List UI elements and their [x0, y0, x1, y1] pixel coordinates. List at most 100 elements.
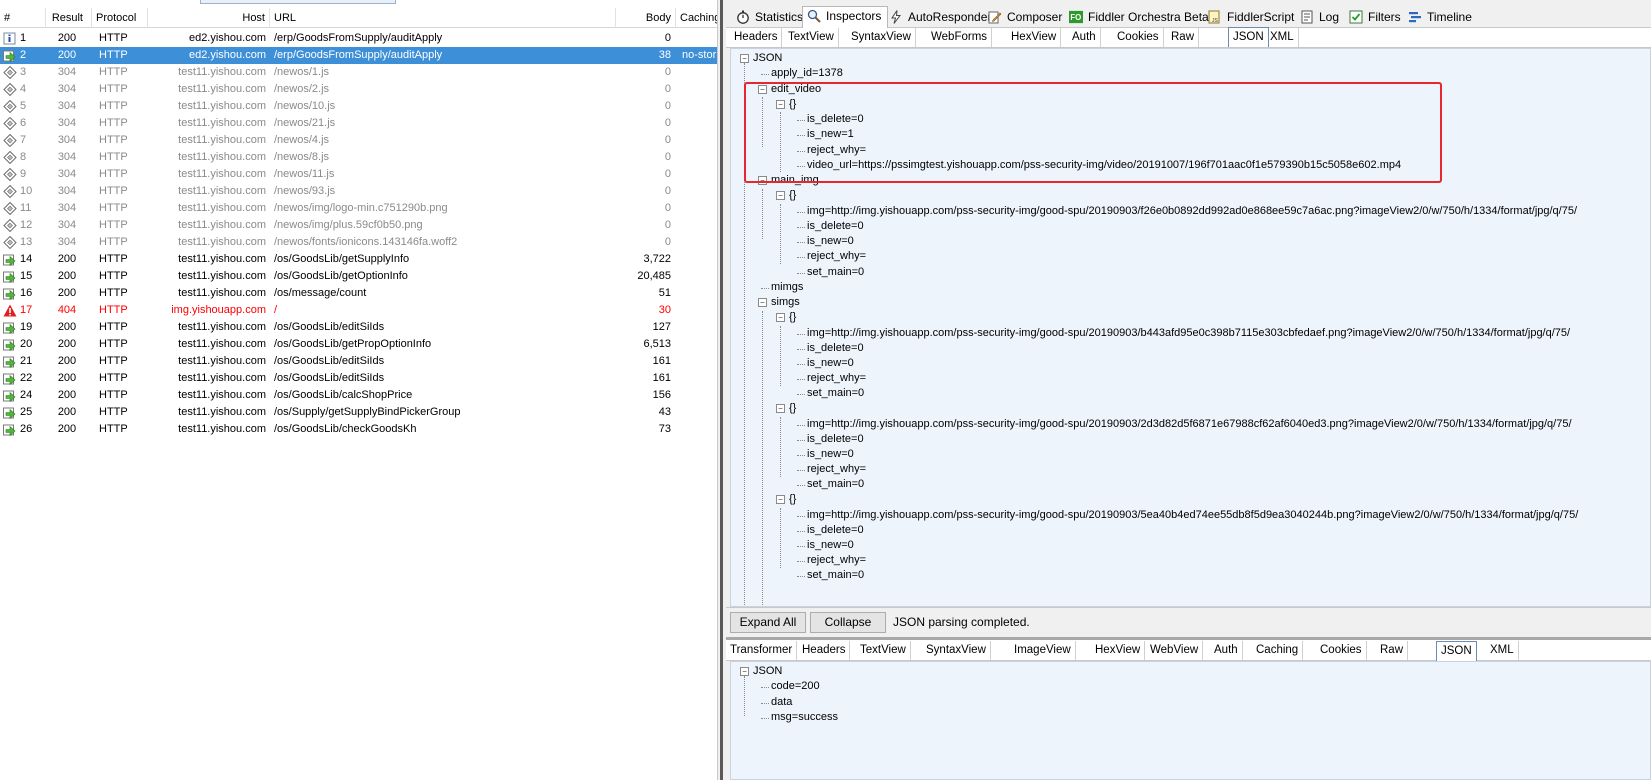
json-tree-node[interactable]: is_delete=0 [807, 523, 864, 537]
json-tree-node[interactable]: reject_why= [807, 249, 866, 263]
column-header-result[interactable]: Result [46, 8, 92, 28]
json-tree-node[interactable]: code=200 [771, 679, 820, 693]
session-row[interactable]: 7 304 HTTP test11.yishou.com/newos/4.js 0 [0, 132, 717, 149]
json-tree-node[interactable]: is_new=0 [807, 234, 854, 248]
json-tree-node[interactable]: set_main=0 [807, 386, 864, 400]
column-header-host[interactable]: Host [148, 8, 270, 28]
json-tree-node[interactable]: is_delete=0 [807, 112, 864, 126]
json-tree-node[interactable]: apply_id=1378 [771, 66, 843, 80]
response-tab-auth[interactable]: Auth [1210, 641, 1243, 660]
response-tab-raw[interactable]: Raw [1376, 641, 1409, 660]
json-tree-node[interactable]: is_new=0 [807, 447, 854, 461]
json-tree-node[interactable]: mimgs [771, 280, 803, 294]
json-tree-node[interactable]: {} [789, 492, 796, 506]
request-tab-json[interactable]: JSON [1228, 27, 1269, 47]
request-tab-syntaxview[interactable]: SyntaxView [847, 28, 916, 47]
session-row[interactable]: 15 200 HTTP test11.yishou.com/os/GoodsLib/g… [0, 268, 717, 285]
session-row[interactable]: 25 200 HTTP test11.yishou.com/os/Supply/get… [0, 404, 717, 421]
session-row[interactable]: 22 200 HTTP test11.yishou.com/os/GoodsLib/e… [0, 370, 717, 387]
response-tab-textview[interactable]: TextView [856, 641, 911, 660]
tab-statistics[interactable]: Statistics [732, 8, 809, 28]
request-tab-raw[interactable]: Raw [1167, 28, 1200, 47]
json-tree-node[interactable]: is_new=0 [807, 356, 854, 370]
collapse-toggle-icon[interactable]: − [758, 85, 767, 94]
session-row[interactable]: 26 200 HTTP test11.yishou.com/os/GoodsLib/c… [0, 421, 717, 438]
session-row[interactable]: 8 304 HTTP test11.yishou.com/newos/8.js 0 [0, 149, 717, 166]
splitter-bar[interactable] [720, 0, 723, 780]
column-header-body[interactable]: Body [616, 8, 676, 28]
response-tab-syntaxview[interactable]: SyntaxView [922, 641, 991, 660]
json-tree-node[interactable]: set_main=0 [807, 265, 864, 279]
response-tab-xml[interactable]: XML [1486, 641, 1519, 660]
request-tab-textview[interactable]: TextView [784, 28, 839, 47]
collapse-toggle-icon[interactable]: − [776, 495, 785, 504]
json-root-node[interactable]: JSON [753, 664, 782, 678]
tab-timeline[interactable]: Timeline [1404, 8, 1478, 28]
json-tree-node[interactable]: img=http://img.yishouapp.com/pss-securit… [807, 204, 1577, 218]
response-json-tree[interactable]: − JSON code=200 data msg=success [730, 661, 1651, 780]
session-row[interactable]: 2 200 HTTP ed2.yishou.com/erp/GoodsFromSupp… [0, 47, 717, 64]
response-tab-caching[interactable]: Caching [1252, 641, 1304, 660]
tab-log[interactable]: Log [1296, 8, 1345, 28]
response-tab-json[interactable]: JSON [1436, 641, 1477, 661]
session-row[interactable]: 13 304 HTTP test11.yishou.com/newos/fonts/i… [0, 234, 717, 251]
json-tree-node[interactable]: set_main=0 [807, 568, 864, 582]
tab-fiddler-orchestra-beta[interactable]: FO Fiddler Orchestra Beta [1065, 8, 1215, 28]
collapse-toggle-icon[interactable]: − [776, 404, 785, 413]
json-tree-node[interactable]: simgs [771, 295, 800, 309]
collapse-toggle-icon[interactable]: − [776, 191, 785, 200]
collapse-button[interactable]: Collapse [810, 612, 886, 633]
json-tree-node[interactable]: reject_why= [807, 143, 866, 157]
response-tab-hexview[interactable]: HexView [1091, 641, 1146, 660]
session-row[interactable]: 16 200 HTTP test11.yishou.com/os/message/co… [0, 285, 717, 302]
response-tab-transformer[interactable]: Transformer [726, 641, 798, 660]
collapse-toggle-icon[interactable]: − [758, 298, 767, 307]
collapse-toggle-icon[interactable]: − [758, 176, 767, 185]
request-tab-headers[interactable]: Headers [730, 28, 783, 47]
session-row[interactable]: 14 200 HTTP test11.yishou.com/os/GoodsLib/g… [0, 251, 717, 268]
request-tab-hexview[interactable]: HexView [1007, 28, 1062, 47]
json-tree-node[interactable]: reject_why= [807, 462, 866, 476]
request-tab-cookies[interactable]: Cookies [1113, 28, 1164, 47]
json-tree-node[interactable]: is_delete=0 [807, 432, 864, 446]
json-tree-node[interactable]: {} [789, 188, 796, 202]
response-tab-webview[interactable]: WebView [1146, 641, 1204, 660]
json-tree-node[interactable]: img=http://img.yishouapp.com/pss-securit… [807, 417, 1572, 431]
request-tab-webforms[interactable]: WebForms [927, 28, 993, 47]
json-tree-node[interactable]: is_delete=0 [807, 341, 864, 355]
session-row[interactable]: 6 304 HTTP test11.yishou.com/newos/21.js 0 [0, 115, 717, 132]
json-tree-node[interactable]: set_main=0 [807, 477, 864, 491]
session-row[interactable]: 11 304 HTTP test11.yishou.com/newos/img/log… [0, 200, 717, 217]
json-tree-node[interactable]: video_url=https://pssimgtest.yishouapp.c… [807, 158, 1401, 172]
tab-fiddlerscript[interactable]: JS FiddlerScript [1204, 8, 1300, 28]
session-row[interactable]: 12 304 HTTP test11.yishou.com/newos/img/plu… [0, 217, 717, 234]
tab-autoresponder[interactable]: AutoResponder [885, 8, 997, 28]
column-header-protocol[interactable]: Protocol [92, 8, 148, 28]
response-tab-headers[interactable]: Headers [798, 641, 851, 660]
json-tree-node[interactable]: data [771, 695, 792, 709]
session-row[interactable]: 3 304 HTTP test11.yishou.com/newos/1.js 0 [0, 64, 717, 81]
session-row[interactable]: 4 304 HTTP test11.yishou.com/newos/2.js 0 [0, 81, 717, 98]
column-header-number[interactable]: # [0, 8, 46, 28]
json-root-node[interactable]: JSON [753, 51, 782, 65]
session-row[interactable]: 9 304 HTTP test11.yishou.com/newos/11.js 0 [0, 166, 717, 183]
json-tree-node[interactable]: img=http://img.yishouapp.com/pss-securit… [807, 326, 1570, 340]
collapse-toggle-icon[interactable]: − [776, 100, 785, 109]
session-row[interactable]: 20 200 HTTP test11.yishou.com/os/GoodsLib/g… [0, 336, 717, 353]
session-row[interactable]: 19 200 HTTP test11.yishou.com/os/GoodsLib/e… [0, 319, 717, 336]
column-header-url[interactable]: URL [270, 8, 616, 28]
tab-composer[interactable]: Composer [984, 8, 1068, 28]
request-tab-auth[interactable]: Auth [1068, 28, 1101, 47]
json-tree-node[interactable]: edit_video [771, 82, 821, 96]
column-header-caching[interactable]: Caching [676, 8, 717, 28]
session-row[interactable]: 24 200 HTTP test11.yishou.com/os/GoodsLib/c… [0, 387, 717, 404]
pane-splitter[interactable] [718, 0, 726, 780]
json-tree-node[interactable]: reject_why= [807, 371, 866, 385]
session-row[interactable]: 10 304 HTTP test11.yishou.com/newos/93.js 0 [0, 183, 717, 200]
request-json-tree[interactable]: − JSON apply_id=1378− edit_video −{} is_delet… [730, 48, 1651, 607]
session-row[interactable]: 1 200 HTTP ed2.yishou.com/erp/GoodsFromSupp… [0, 30, 717, 47]
collapse-toggle-icon[interactable]: − [776, 313, 785, 322]
json-tree-node[interactable]: msg=success [771, 710, 838, 724]
collapse-toggle-icon[interactable]: − [740, 667, 749, 676]
json-tree-node[interactable]: img=http://img.yishouapp.com/pss-securit… [807, 508, 1578, 522]
